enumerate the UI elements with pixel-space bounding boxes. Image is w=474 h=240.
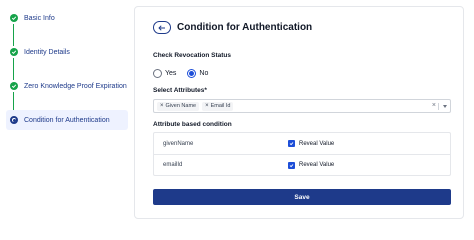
condition-card: Condition for Authentication Check Revoc… — [134, 6, 464, 219]
check-circle-icon — [10, 82, 18, 90]
back-button[interactable] — [153, 21, 171, 34]
condition-table: givenName Reveal Value emailId Reveal Va… — [153, 132, 451, 176]
attribute-name: emailId — [163, 162, 183, 168]
select-attributes-label: Select Attributes* — [153, 87, 207, 94]
card-header: Condition for Authentication — [153, 21, 312, 34]
chevron-down-icon[interactable] — [443, 105, 447, 108]
remove-chip-icon[interactable]: × — [160, 103, 164, 109]
check-circle-icon — [10, 48, 18, 56]
checkbox-checked-icon[interactable] — [288, 140, 295, 147]
attributes-multiselect[interactable]: × Given Name × Email Id × — [153, 99, 451, 113]
revocation-radio-group: Yes No — [153, 69, 219, 78]
checkbox-label: Reveal Value — [299, 162, 335, 168]
radio-circle-selected[interactable] — [187, 69, 197, 78]
radio-label: Yes — [165, 70, 177, 77]
checkbox-checked-icon[interactable] — [288, 161, 295, 169]
table-row: emailId Reveal Value — [154, 154, 450, 175]
chip-label: Given Name — [165, 103, 197, 109]
reveal-value-checkbox[interactable]: Reveal Value — [288, 140, 334, 147]
radio-no[interactable]: No — [187, 69, 208, 78]
radio-circle[interactable] — [153, 69, 162, 78]
revocation-label: Check Revocation Status — [153, 52, 232, 59]
chip-given-name: × Given Name — [157, 101, 200, 111]
clear-icon[interactable]: × — [432, 102, 436, 109]
radio-yes[interactable]: Yes — [153, 69, 176, 78]
radio-label: No — [199, 70, 209, 77]
check-circle-icon — [10, 14, 18, 22]
step-label: Identity Details — [24, 48, 70, 56]
condition-label: Attribute based condition — [153, 121, 232, 128]
reveal-value-checkbox[interactable]: Reveal Value — [288, 161, 335, 169]
checkbox-label: Reveal Value — [299, 140, 335, 147]
chip-label: Email Id — [210, 103, 231, 109]
step-label: Zero Knowledge Proof Expiration — [24, 82, 127, 90]
attribute-name: givenName — [163, 140, 194, 147]
select-separator — [438, 103, 439, 110]
save-button[interactable]: Save — [153, 189, 451, 205]
page-title: Condition for Authentication — [177, 22, 313, 33]
remove-chip-icon[interactable]: × — [205, 103, 209, 109]
stepper: Basic Info Identity Details Zero Knowled… — [0, 0, 130, 225]
step-basic-info[interactable]: Basic Info — [6, 8, 128, 28]
arrow-left-icon — [158, 24, 165, 31]
step-identity-details[interactable]: Identity Details — [6, 42, 128, 62]
step-label: Basic Info — [24, 14, 55, 22]
chip-email-id: × Email Id — [202, 101, 234, 111]
step-condition-for-authentication[interactable]: Condition for Authentication — [6, 110, 128, 130]
table-row: givenName Reveal Value — [154, 133, 450, 154]
current-step-icon — [10, 116, 18, 124]
step-label: Condition for Authentication — [24, 116, 110, 124]
step-zkp-expiration[interactable]: Zero Knowledge Proof Expiration — [6, 76, 128, 96]
